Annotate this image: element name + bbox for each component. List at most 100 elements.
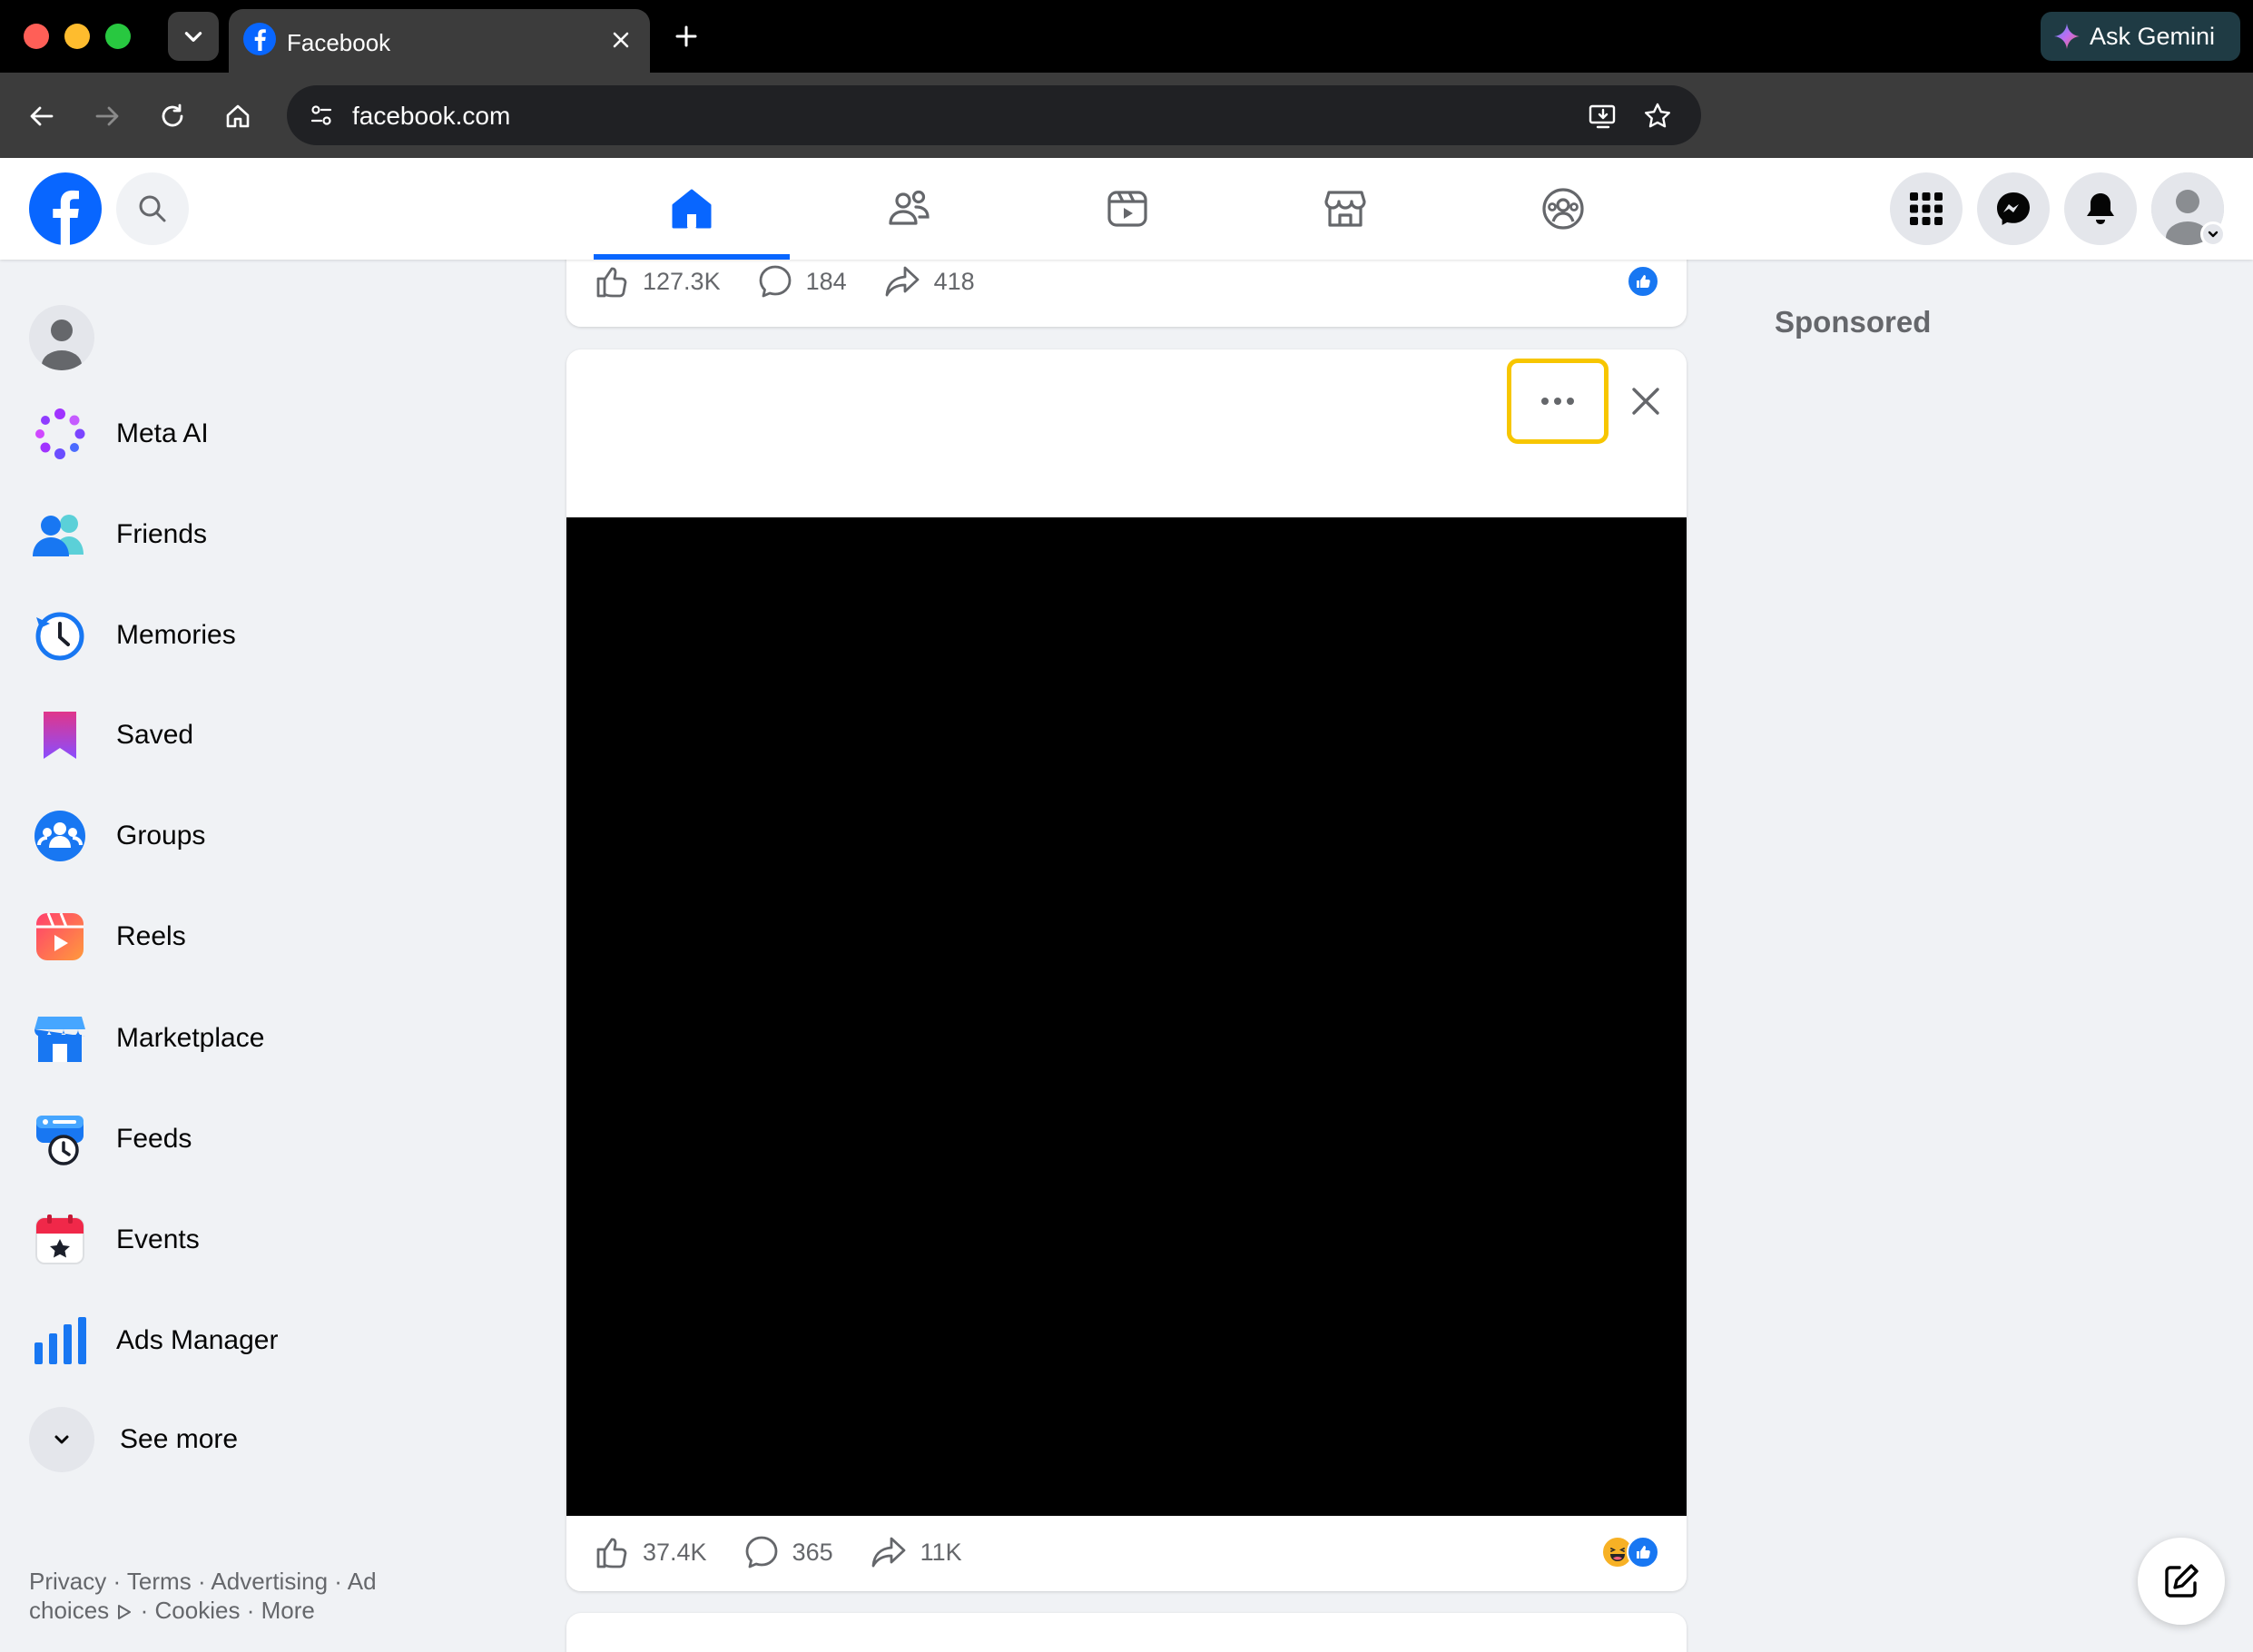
facebook-search-button[interactable] — [116, 172, 189, 245]
forward-button[interactable] — [85, 94, 129, 138]
footer-separator: · — [197, 1568, 206, 1595]
profile-avatar[interactable] — [29, 305, 94, 370]
sidebar-item-label: Events — [116, 1224, 200, 1254]
search-icon — [139, 195, 166, 222]
sidebar-item-ads-manager[interactable]: Ads Manager — [15, 1295, 523, 1386]
compose-icon — [2165, 1564, 2199, 1598]
footer-links: Privacy · Terms · Advertising · Ad choic… — [29, 1567, 447, 1625]
nav-tab-friends[interactable] — [812, 158, 1008, 260]
sidebar-item-marketplace[interactable]: Marketplace — [15, 993, 523, 1084]
like-button[interactable]: 37.4K — [594, 1534, 707, 1570]
notifications-button[interactable] — [2064, 172, 2137, 245]
friends-icon — [33, 515, 84, 556]
messenger-icon — [1997, 192, 2030, 225]
sidebar-item-reels[interactable]: Reels — [15, 891, 523, 982]
facebook-favicon-icon — [243, 23, 276, 55]
url-text[interactable]: facebook.com — [352, 102, 510, 131]
tab-close-button[interactable] — [605, 24, 637, 56]
comment-icon — [759, 265, 791, 298]
footer-privacy-link[interactable]: Privacy — [29, 1568, 106, 1595]
close-icon — [1632, 388, 1659, 415]
back-button[interactable] — [20, 94, 64, 138]
like-button[interactable]: 127.3K — [594, 263, 721, 300]
account-menu-caret[interactable] — [2200, 221, 2226, 247]
sidebar-see-more[interactable]: See more — [15, 1394, 523, 1485]
bookmark-button[interactable] — [1638, 96, 1677, 136]
sidebar-item-label: Meta AI — [116, 418, 209, 448]
groups-icon — [1542, 188, 1584, 230]
sidebar-item-events[interactable]: Events — [15, 1195, 523, 1285]
nav-tab-video[interactable] — [1029, 158, 1225, 260]
tab-search-button[interactable] — [168, 12, 219, 61]
sidebar-item-saved[interactable]: Saved — [15, 690, 523, 781]
marketplace-icon — [1324, 191, 1366, 227]
post-options-button[interactable] — [1507, 359, 1609, 444]
browser-tab-strip: Facebook Ask Gemini — [0, 0, 2253, 73]
share-button[interactable]: 11K — [870, 1534, 962, 1570]
footer-separator: · — [140, 1597, 149, 1624]
sidebar-item-memories[interactable]: Memories — [15, 590, 523, 681]
friends-icon — [889, 190, 930, 225]
close-window-button[interactable] — [24, 24, 49, 49]
post-video[interactable] — [566, 517, 1687, 1516]
share-icon — [885, 266, 920, 297]
footer-advertising-link[interactable]: Advertising — [211, 1568, 328, 1595]
new-message-button[interactable] — [2138, 1538, 2225, 1625]
home-icon — [672, 189, 712, 229]
address-bar[interactable]: facebook.com — [287, 85, 1701, 145]
plus-icon — [675, 25, 697, 47]
marketplace-icon — [34, 1017, 85, 1062]
ask-gemini-button[interactable]: Ask Gemini — [2041, 12, 2240, 61]
nav-tab-groups[interactable] — [1465, 158, 1661, 260]
home-button[interactable] — [216, 94, 260, 138]
menu-button[interactable] — [1890, 172, 1963, 245]
video-icon — [1107, 191, 1147, 227]
browser-tab-facebook[interactable]: Facebook — [229, 9, 650, 73]
sidebar-item-label: Reels — [116, 921, 186, 951]
bell-icon — [2087, 193, 2114, 224]
sidebar-item-groups[interactable]: Groups — [15, 791, 523, 881]
sidebar-item-meta-ai[interactable]: Meta AI — [15, 388, 523, 479]
facebook-logo-icon[interactable] — [29, 172, 102, 245]
reaction-summary[interactable] — [1601, 1536, 1659, 1568]
maximize-window-button[interactable] — [105, 24, 131, 49]
messenger-button[interactable] — [1977, 172, 2050, 245]
sidebar-item-feeds[interactable]: Feeds — [15, 1094, 523, 1185]
account-avatar-button[interactable] — [2151, 172, 2226, 247]
share-button[interactable]: 418 — [883, 263, 975, 300]
site-info-button[interactable] — [301, 95, 341, 135]
nav-tab-home[interactable] — [594, 158, 790, 260]
memories-icon — [35, 612, 84, 661]
new-tab-button[interactable] — [668, 18, 704, 54]
share-count: 418 — [933, 267, 975, 295]
post-card: 37.4K 365 11K — [566, 349, 1687, 1591]
thumbs-up-icon — [596, 1538, 627, 1568]
footer-cookies-link[interactable]: Cookies — [155, 1597, 241, 1624]
home-outline-icon — [226, 104, 250, 128]
footer-terms-link[interactable]: Terms — [127, 1568, 192, 1595]
install-app-button[interactable] — [1583, 96, 1623, 136]
tune-icon — [310, 105, 332, 125]
ask-gemini-label: Ask Gemini — [2090, 22, 2216, 50]
footer-separator: · — [334, 1568, 342, 1595]
chevron-down-icon — [2208, 231, 2219, 238]
footer-more-link[interactable]: More — [261, 1597, 315, 1624]
reaction-summary[interactable] — [1627, 265, 1659, 298]
facebook-header — [0, 158, 2253, 260]
grid-menu-icon — [1910, 192, 1943, 225]
hide-post-button[interactable] — [1623, 379, 1668, 424]
nav-tab-marketplace[interactable] — [1247, 158, 1443, 260]
comment-button[interactable]: 365 — [743, 1534, 833, 1570]
meta-ai-icon — [35, 408, 85, 459]
star-icon — [1645, 103, 1670, 128]
chevron-down-icon — [184, 32, 202, 42]
reload-button[interactable] — [151, 94, 194, 138]
post-card-next — [566, 1613, 1687, 1652]
comment-button[interactable]: 184 — [757, 263, 847, 300]
see-more-circle — [29, 1407, 94, 1472]
arrow-left-icon — [30, 106, 54, 126]
sidebar-item-label: Ads Manager — [116, 1325, 279, 1355]
tab-title: Facebook — [287, 29, 391, 56]
sidebar-item-friends[interactable]: Friends — [15, 489, 523, 580]
minimize-window-button[interactable] — [64, 24, 90, 49]
